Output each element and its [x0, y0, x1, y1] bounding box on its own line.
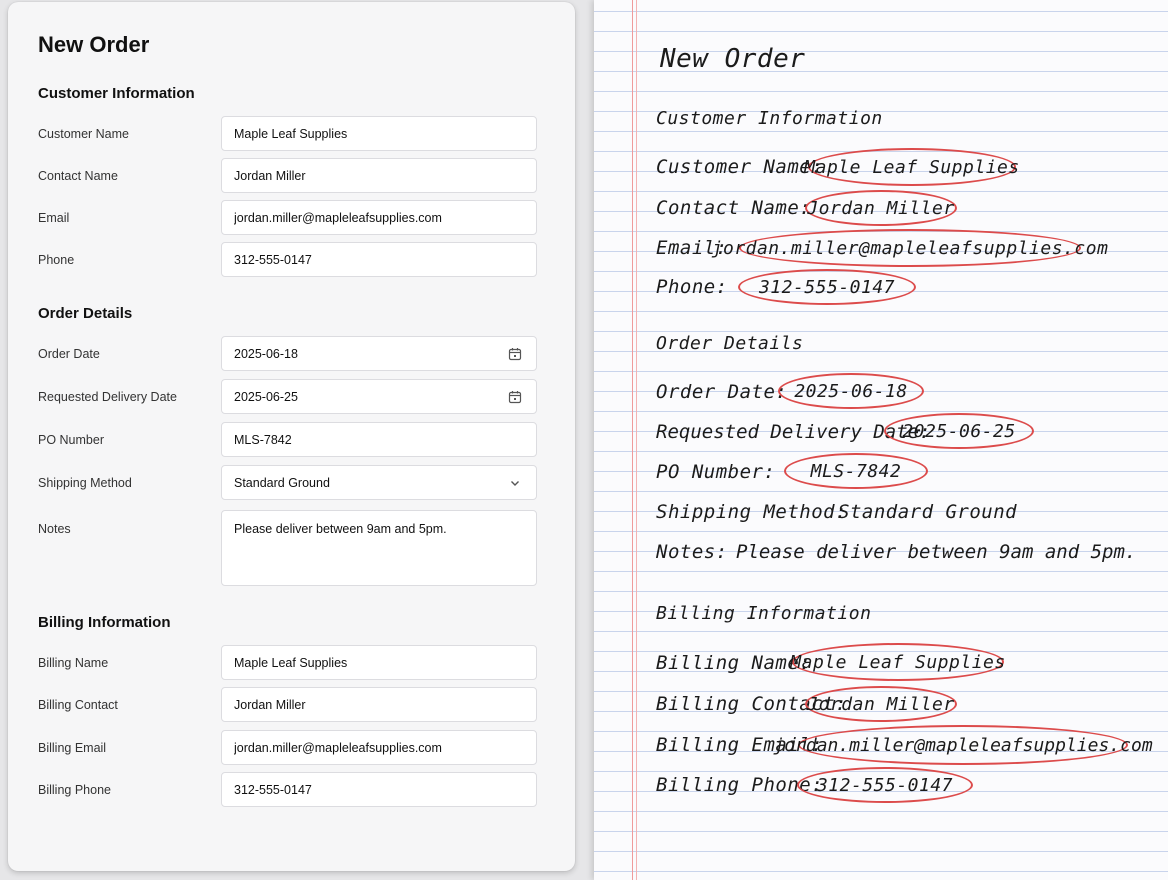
billing-contact-label: Billing Contact: [38, 698, 118, 712]
order-date-input[interactable]: 2025-06-18: [221, 336, 537, 371]
billing-phone-label: Billing Phone: [38, 783, 111, 797]
email-input[interactable]: jordan.miller@mapleleafsupplies.com: [221, 200, 537, 235]
notebook-margin-line: [632, 0, 633, 880]
phone-label: Phone: [38, 253, 75, 267]
customer-name-input[interactable]: Maple Leaf Supplies: [221, 116, 537, 151]
contact-name-label: Contact Name: [38, 169, 118, 183]
notebook-shipping-method-value: Standard Ground: [838, 501, 1018, 523]
email-value: jordan.miller@mapleleafsupplies.com: [234, 210, 442, 225]
notes-value: Please deliver between 9am and 5pm.: [234, 522, 447, 536]
notebook-po-number-value: MLS-7842: [784, 453, 928, 489]
customer-name-value: Maple Leaf Supplies: [234, 126, 348, 141]
page-title: New Order: [38, 32, 150, 57]
section-title-order: Order Details: [38, 305, 133, 322]
calendar-icon[interactable]: [506, 388, 524, 406]
chevron-down-icon[interactable]: [506, 474, 524, 492]
notebook-section-customer: Customer Information: [656, 108, 883, 129]
notebook-contact-name-label: Contact Name:: [656, 197, 812, 219]
notebook-billing-name-label: Billing Name:: [656, 652, 812, 674]
notebook-page: New Order Customer Information Customer …: [594, 0, 1168, 880]
section-title-billing: Billing Information: [38, 614, 171, 631]
po-number-value: MLS-7842: [234, 432, 292, 447]
delivery-date-label: Requested Delivery Date: [38, 390, 177, 404]
email-label: Email: [38, 211, 70, 225]
notebook-shipping-method-label: Shipping Method:: [656, 501, 848, 523]
phone-input[interactable]: 312-555-0147: [221, 242, 537, 277]
shipping-method-label: Shipping Method: [38, 476, 132, 490]
section-title-customer: Customer Information: [38, 85, 195, 102]
notebook-phone-value: 312-555-0147: [738, 269, 916, 305]
notebook-section-billing: Billing Information: [656, 603, 872, 624]
order-form-card: New Order Customer Information Customer …: [8, 2, 575, 871]
notebook-phone-label: Phone:: [656, 276, 728, 298]
notebook-order-date-label: Order Date:: [656, 381, 788, 403]
notebook-email-value: jordan.miller@mapleleafsupplies.com: [712, 229, 1108, 267]
notebook-margin-line: [636, 0, 637, 880]
billing-email-value: jordan.miller@mapleleafsupplies.com: [234, 740, 442, 755]
calendar-icon[interactable]: [506, 345, 524, 363]
delivery-date-input[interactable]: 2025-06-25: [221, 379, 537, 414]
shipping-method-value: Standard Ground: [234, 475, 330, 490]
notebook-billing-email-value: jordan.miller@mapleleafsupplies.com: [773, 725, 1153, 765]
order-date-value: 2025-06-18: [234, 346, 298, 361]
notebook-order-date-value: 2025-06-18: [778, 373, 924, 409]
billing-email-input[interactable]: jordan.miller@mapleleafsupplies.com: [221, 730, 537, 765]
notebook-customer-name-value: Maple Leaf Supplies: [804, 148, 1019, 186]
billing-phone-value: 312-555-0147: [234, 782, 312, 797]
notebook-billing-contact-value: Jordan Miller: [805, 686, 957, 722]
notebook-title: New Order: [660, 44, 806, 74]
billing-email-label: Billing Email: [38, 741, 107, 755]
notebook-customer-name-label: Customer Name:: [656, 156, 824, 178]
delivery-date-value: 2025-06-25: [234, 389, 298, 404]
billing-name-input[interactable]: Maple Leaf Supplies: [221, 645, 537, 680]
billing-phone-input[interactable]: 312-555-0147: [221, 772, 537, 807]
notebook-billing-name-value: Maple Leaf Supplies: [790, 643, 1005, 681]
po-number-input[interactable]: MLS-7842: [221, 422, 537, 457]
notebook-po-number-label: PO Number:: [656, 461, 776, 483]
notebook-notes-label: Notes:: [656, 541, 728, 563]
shipping-method-select[interactable]: Standard Ground: [221, 465, 537, 500]
po-number-label: PO Number: [38, 433, 104, 447]
billing-contact-input[interactable]: Jordan Miller: [221, 687, 537, 722]
contact-name-input[interactable]: Jordan Miller: [221, 158, 537, 193]
customer-name-label: Customer Name: [38, 127, 129, 141]
notebook-notes-value: Please deliver between 9am and 5pm.: [736, 541, 1137, 563]
notebook-section-order: Order Details: [656, 333, 804, 354]
billing-contact-value: Jordan Miller: [234, 697, 306, 712]
notebook-contact-name-value: Jordan Miller: [805, 190, 957, 226]
notebook-billing-phone-value: 312-555-0147: [797, 767, 973, 803]
billing-name-label: Billing Name: [38, 656, 109, 670]
notes-label: Notes: [38, 522, 71, 536]
order-date-label: Order Date: [38, 347, 100, 361]
billing-name-value: Maple Leaf Supplies: [234, 655, 348, 670]
phone-value: 312-555-0147: [234, 252, 312, 267]
contact-name-value: Jordan Miller: [234, 168, 306, 183]
notes-textarea[interactable]: Please deliver between 9am and 5pm.: [221, 510, 537, 586]
notebook-delivery-date-value: 2025-06-25: [884, 413, 1034, 449]
